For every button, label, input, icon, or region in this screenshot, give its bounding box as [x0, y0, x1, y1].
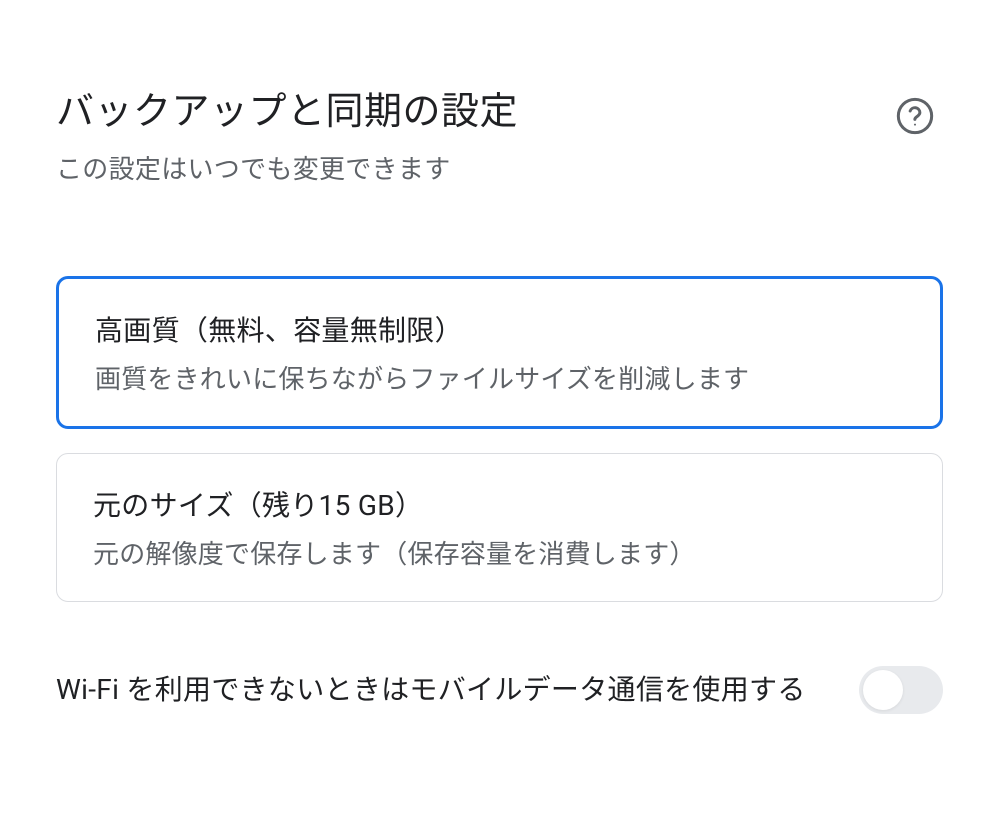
page-title: バックアップと同期の設定 — [56, 80, 893, 135]
mobile-data-toggle-row: Wi-Fi を利用できないときはモバイルデータ通信を使用する — [56, 666, 943, 714]
page-subtitle: この設定はいつでも変更できます — [56, 149, 893, 186]
option-description: 元の解像度で保存します（保存容量を消費します） — [93, 534, 906, 571]
header-text: バックアップと同期の設定 この設定はいつでも変更できます — [56, 80, 893, 186]
settings-header: バックアップと同期の設定 この設定はいつでも変更できます — [56, 80, 943, 186]
quality-option-high[interactable]: 高画質（無料、容量無制限） 画質をきれいに保ちながらファイルサイズを削減します — [56, 276, 943, 429]
option-description: 画質をきれいに保ちながらファイルサイズを削減します — [95, 359, 904, 396]
toggle-knob — [863, 670, 903, 710]
help-icon[interactable] — [893, 94, 937, 138]
toggle-label: Wi-Fi を利用できないときはモバイルデータ通信を使用する — [56, 669, 819, 711]
mobile-data-toggle[interactable] — [859, 666, 943, 714]
option-title: 元のサイズ（残り15 GB） — [93, 484, 906, 524]
option-title: 高画質（無料、容量無制限） — [95, 309, 904, 349]
quality-option-original[interactable]: 元のサイズ（残り15 GB） 元の解像度で保存します（保存容量を消費します） — [56, 453, 943, 602]
